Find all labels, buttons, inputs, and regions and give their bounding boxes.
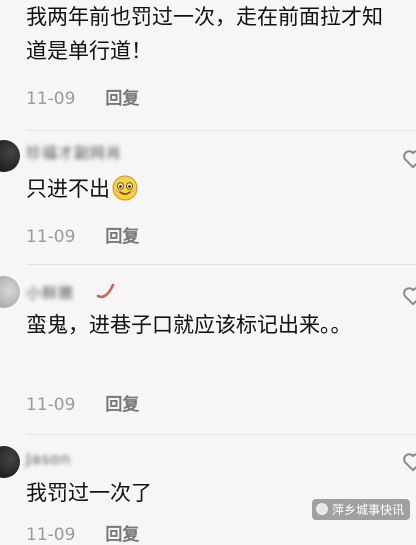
comment-date: 11-09 (26, 395, 76, 415)
comment-meta: 11-09 回复 (26, 84, 139, 109)
watermark: 萍乡城事快讯 (311, 499, 410, 520)
like-heart-icon[interactable] (402, 149, 416, 169)
comment-text: 蛮鬼，进巷子口就应该标记出来。。 (26, 313, 352, 337)
comment-text: 我两年前也罚过一次，走在前面拉才知道是单行道！ (26, 5, 383, 63)
comment-username-text: 小鲜嫩 (26, 284, 75, 302)
comment-meta: 11-09 回复 (26, 222, 139, 247)
comment-text-content: 只进不出 (26, 177, 110, 201)
wechat-logo-icon (315, 503, 328, 515)
comment-meta: 11-09 回复 (26, 390, 139, 415)
comment-username[interactable]: Jason (26, 450, 71, 468)
like-heart-icon[interactable] (402, 452, 416, 472)
comment-username[interactable]: 小鲜嫩 (26, 282, 74, 303)
comment-date: 11-09 (26, 525, 76, 545)
divider (26, 264, 416, 265)
comment-date: 11-09 (26, 89, 76, 109)
comment-date: 11-09 (26, 227, 76, 247)
red-check-icon (96, 283, 115, 299)
reply-button[interactable]: 回复 (105, 525, 139, 545)
like-heart-icon[interactable] (402, 286, 416, 306)
reply-button[interactable]: 回复 (105, 227, 139, 247)
comment-text: 只进不出 (26, 172, 386, 206)
divider (26, 130, 416, 131)
smiling-face-icon (112, 175, 138, 201)
avatar[interactable] (0, 276, 20, 308)
avatar[interactable] (0, 446, 20, 478)
comment-username[interactable]: 珍福才副网肖 (26, 142, 122, 163)
comment-meta: 11-09 回复 (26, 520, 139, 545)
avatar[interactable] (0, 140, 20, 172)
reply-button[interactable]: 回复 (105, 89, 139, 109)
watermark-text: 萍乡城事快讯 (331, 503, 404, 517)
reply-button[interactable]: 回复 (105, 395, 139, 415)
divider (26, 434, 416, 435)
